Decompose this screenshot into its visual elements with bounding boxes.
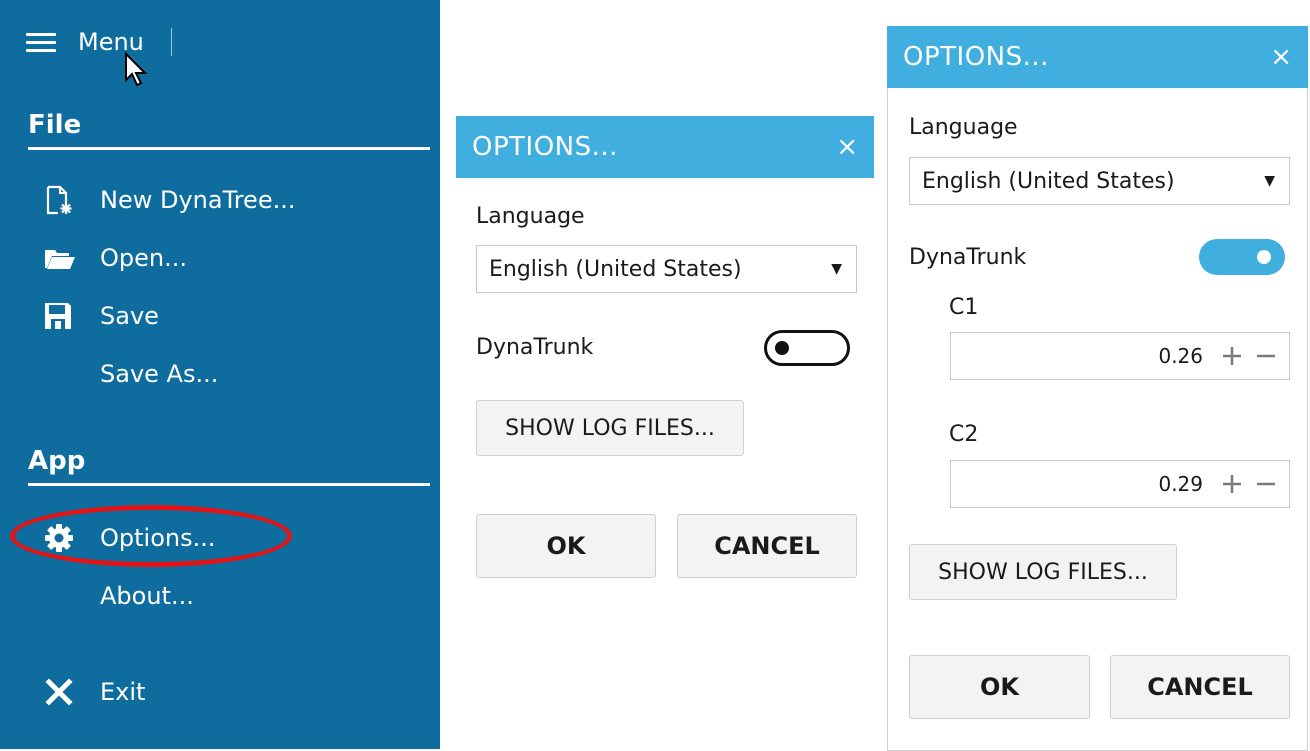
c2-stepper[interactable]: 0.29 xyxy=(950,460,1290,508)
menu-item-label: Save xyxy=(100,302,159,330)
menu-item-label: Exit xyxy=(100,678,146,706)
c1-label: C1 xyxy=(949,295,979,320)
c2-value: 0.29 xyxy=(1158,472,1203,496)
options-dialog-collapsed: OPTIONS... × Language English (United St… xyxy=(456,116,874,749)
close-icon[interactable]: × xyxy=(836,132,858,162)
dialog-title: OPTIONS... xyxy=(472,132,618,162)
dynatrunk-toggle[interactable] xyxy=(1199,239,1285,275)
section-title-app: App xyxy=(28,446,86,476)
plus-icon[interactable] xyxy=(1215,473,1249,495)
toggle-knob xyxy=(1257,250,1271,264)
plus-icon[interactable] xyxy=(1215,345,1249,367)
dynatrunk-label: DynaTrunk xyxy=(909,245,1027,270)
folder-open-icon xyxy=(44,241,86,275)
menu-item-label: Save As... xyxy=(100,360,219,388)
ok-button[interactable]: OK xyxy=(476,514,656,578)
dialog-title: OPTIONS... xyxy=(903,42,1049,72)
menu-item-label: Open... xyxy=(100,244,187,272)
cancel-button[interactable]: CANCEL xyxy=(1110,655,1290,719)
toggle-knob xyxy=(775,341,789,355)
new-file-icon xyxy=(44,183,86,217)
ok-button[interactable]: OK xyxy=(909,655,1090,719)
menu-item-exit[interactable]: Exit xyxy=(44,672,145,712)
menu-item-about[interactable]: About... xyxy=(44,576,194,616)
menu-item-new-dynatree[interactable]: New DynaTree... xyxy=(44,180,295,220)
language-select[interactable]: English (United States) ▼ xyxy=(476,245,857,293)
mouse-cursor-icon xyxy=(125,52,148,87)
menu-item-label: New DynaTree... xyxy=(100,186,296,214)
menu-item-open[interactable]: Open... xyxy=(44,238,187,278)
close-icon xyxy=(44,675,86,709)
language-select-value: English (United States) xyxy=(489,256,742,282)
language-label: Language xyxy=(476,204,585,229)
hamburger-icon xyxy=(26,31,56,53)
dropdown-caret-icon: ▼ xyxy=(831,261,842,277)
dynatrunk-toggle[interactable] xyxy=(764,330,850,366)
menu-item-label: About... xyxy=(100,582,194,610)
dialog-titlebar: OPTIONS... × xyxy=(456,116,874,178)
highlight-annotation xyxy=(10,505,292,567)
app-menu-panel: Menu File New DynaTree... Open... Save S… xyxy=(0,0,440,749)
dialog-titlebar: OPTIONS... × xyxy=(887,26,1308,88)
language-select-value: English (United States) xyxy=(922,168,1175,194)
section-title-file: File xyxy=(28,110,82,140)
c1-value: 0.26 xyxy=(1158,344,1203,368)
language-label: Language xyxy=(909,115,1018,140)
c1-stepper[interactable]: 0.26 xyxy=(950,332,1290,380)
section-divider-app xyxy=(28,483,430,486)
language-select[interactable]: English (United States) ▼ xyxy=(909,157,1290,205)
cancel-button[interactable]: CANCEL xyxy=(677,514,857,578)
c2-label: C2 xyxy=(949,422,979,447)
menu-divider xyxy=(171,28,172,56)
section-divider-file xyxy=(28,147,430,150)
dropdown-caret-icon: ▼ xyxy=(1264,173,1275,189)
minus-icon[interactable] xyxy=(1249,473,1283,495)
floppy-disk-icon xyxy=(44,299,86,333)
show-log-files-button[interactable]: SHOW LOG FILES... xyxy=(909,544,1177,600)
minus-icon[interactable] xyxy=(1249,345,1283,367)
menu-item-save[interactable]: Save xyxy=(44,296,159,336)
close-icon[interactable]: × xyxy=(1270,42,1292,72)
dynatrunk-label: DynaTrunk xyxy=(476,335,594,360)
show-log-files-button[interactable]: SHOW LOG FILES... xyxy=(476,400,744,456)
options-dialog-expanded: OPTIONS... × Language English (United St… xyxy=(887,26,1308,751)
menu-item-save-as[interactable]: Save As... xyxy=(44,354,218,394)
